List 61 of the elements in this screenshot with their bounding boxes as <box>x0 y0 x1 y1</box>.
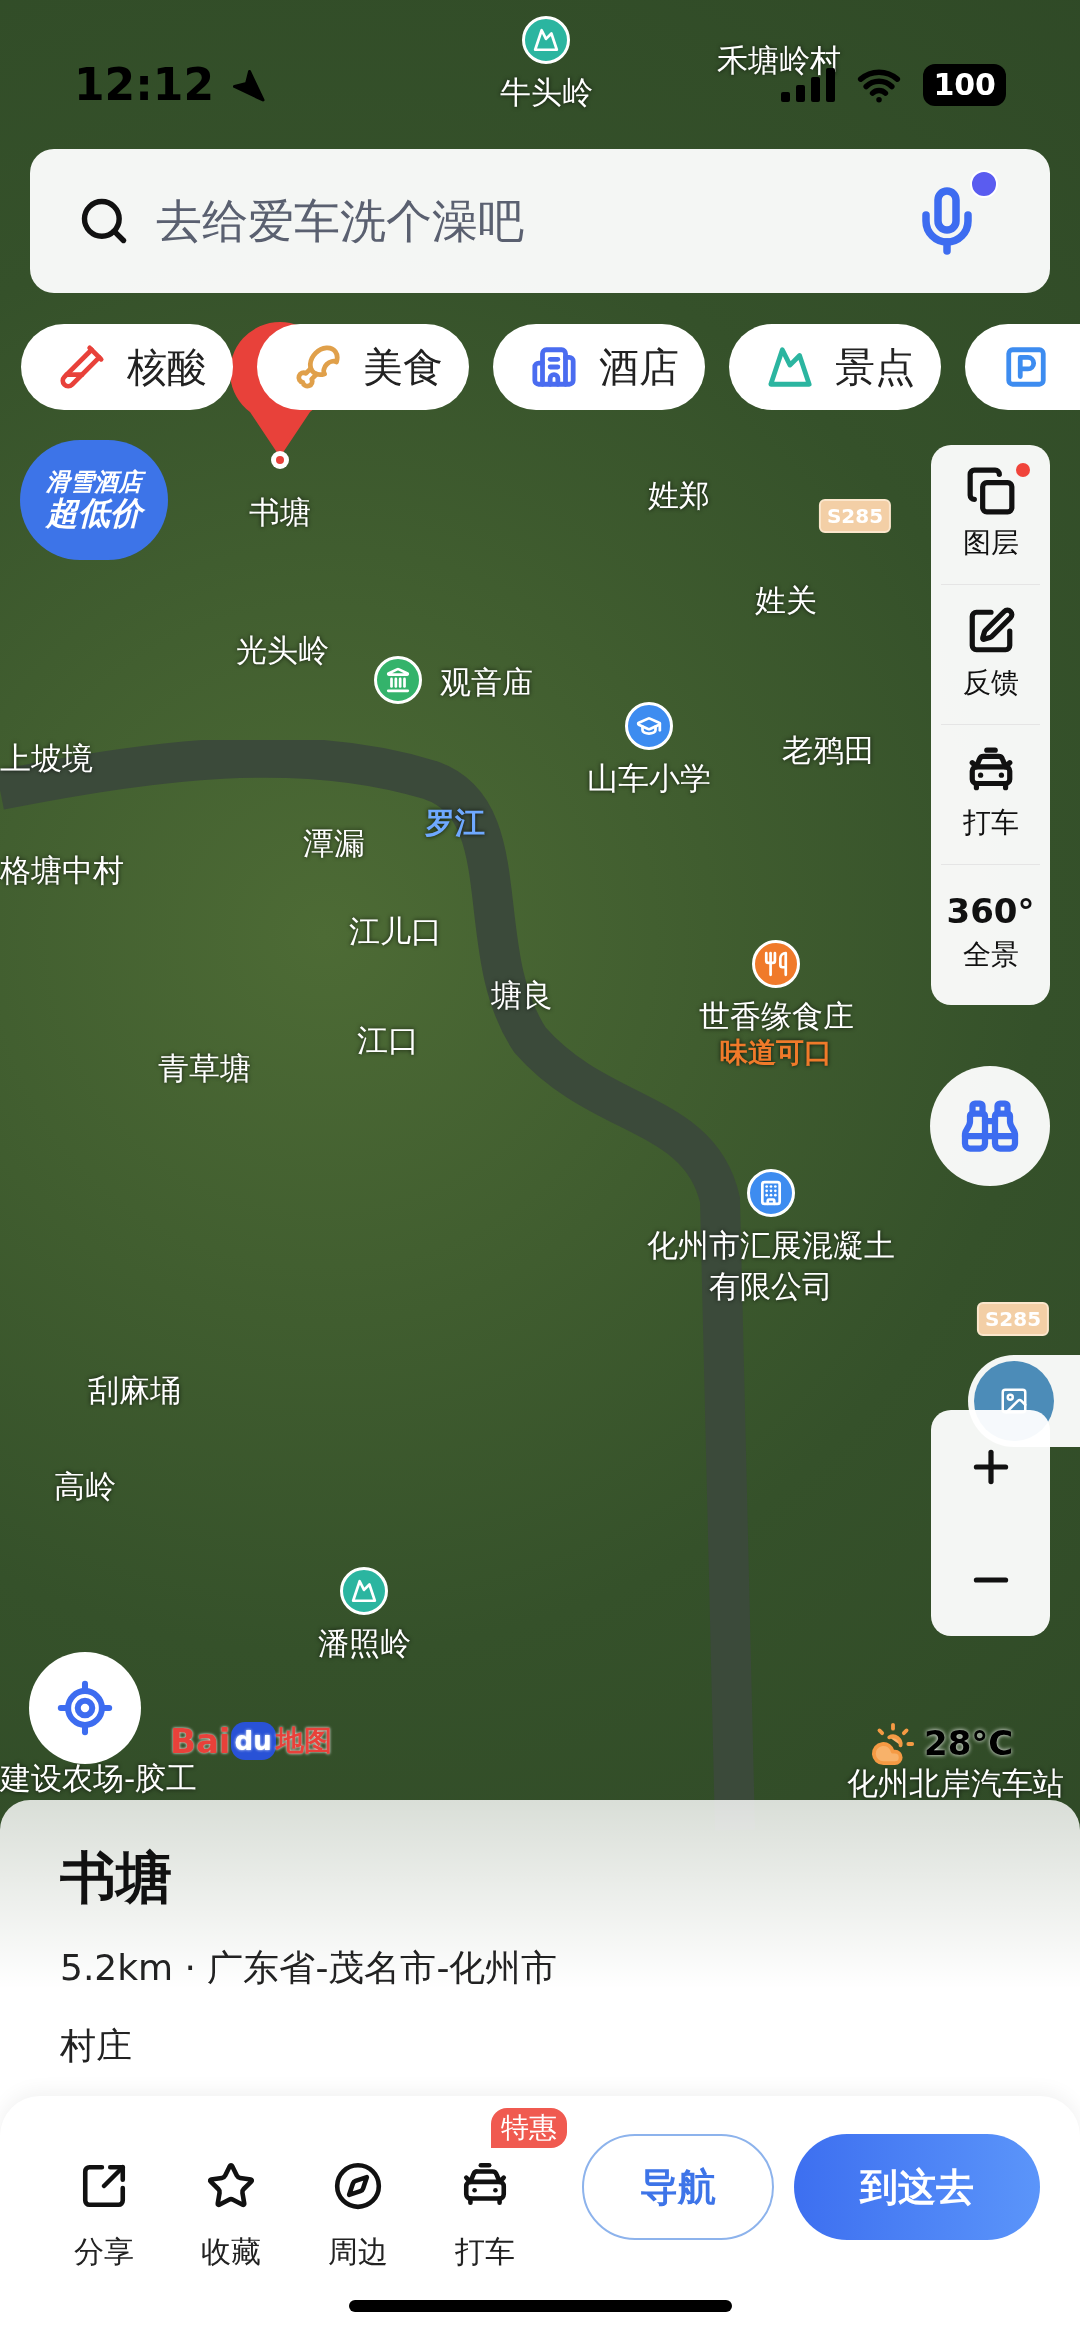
action-button[interactable]: 周边 <box>294 2134 421 2274</box>
map-place-label: 味道可口 <box>720 1035 832 1071</box>
go-here-button[interactable]: 到这去 <box>794 2134 1040 2240</box>
map-place-label: 江儿口 <box>348 911 442 951</box>
mountain-icon <box>767 344 813 390</box>
place-category: 村庄 <box>60 2028 133 2064</box>
action-button[interactable]: 分享 <box>40 2134 167 2274</box>
map-place-label: 山车小学 <box>587 758 711 798</box>
navigate-button[interactable]: 导航 <box>582 2134 775 2240</box>
map-place-label: 青草塘 <box>157 1048 251 1088</box>
search-bar[interactable]: 去给爱车洗个澡吧 <box>30 149 1050 293</box>
road-number-sign: S285 <box>818 499 892 533</box>
layers-icon <box>965 465 1016 516</box>
temperature-text: 28°C <box>924 1722 1014 1765</box>
battery-indicator: 100 <box>923 64 1006 106</box>
map-place-label: 化州北岸汽车站 <box>846 1763 1064 1803</box>
category-chip[interactable]: 美食 <box>257 324 469 410</box>
category-chip[interactable]: 酒店 <box>493 324 705 410</box>
map-place-label: 牛头岭 <box>499 72 593 112</box>
test-tube-icon <box>59 344 105 390</box>
map-place-label: 潭漏 <box>303 823 365 863</box>
map-place-label: 罗江 <box>425 803 485 842</box>
category-chip[interactable]: 核酸 <box>21 324 233 410</box>
map-place-label: 姓关 <box>755 580 817 620</box>
search-placeholder: 去给爱车洗个澡吧 <box>156 192 525 250</box>
deal-badge: 特惠 <box>491 2108 567 2148</box>
map-tool-button[interactable]: 反馈 <box>941 585 1040 725</box>
category-chip[interactable]: 景点 <box>729 324 941 410</box>
map-place-label: 刮麻埇 <box>87 1370 181 1410</box>
drumstick-icon <box>295 344 341 390</box>
map-place-label: 光头岭 <box>235 630 329 670</box>
location-arrow-icon <box>230 67 267 103</box>
locate-icon <box>56 1679 114 1737</box>
map-place-label: 姓郑 <box>648 475 710 515</box>
map-place-label: 上坡境 <box>0 738 93 778</box>
map-tool-button[interactable]: 360° 全景 <box>941 865 1040 1005</box>
map-place-label: 化州市汇展混凝土 <box>647 1225 895 1265</box>
map-place-label: 世香缘食庄 <box>698 996 854 1036</box>
map-place-label: 格塘中村 <box>0 850 124 890</box>
map-place-label: 有限公司 <box>709 1266 833 1306</box>
building-icon <box>531 344 577 390</box>
compass-icon <box>332 2161 383 2211</box>
map-place-label: 潘照岭 <box>317 1623 411 1663</box>
promo-text: 滑雪酒店 <box>42 469 146 496</box>
place-name: 书塘 <box>60 1850 173 1906</box>
map-place-label: 高岭 <box>54 1466 116 1506</box>
map-tool-button[interactable]: 图层 <box>941 445 1040 585</box>
map-place-label: 观音庙 <box>439 662 533 702</box>
map-place-label: 老鸦田 <box>781 730 875 770</box>
place-details: 5.2km · 广东省-茂名市-化州市 <box>60 1950 559 1986</box>
parking-icon <box>1003 344 1049 390</box>
action-button[interactable]: 收藏 <box>167 2134 294 2274</box>
cloud-sun-icon <box>870 1720 916 1767</box>
map-place-label: 书塘 <box>249 492 311 532</box>
map-place-label: 塘良 <box>491 975 553 1015</box>
panorama-label: 360° <box>946 894 1035 928</box>
map-place-label: 江口 <box>357 1020 419 1060</box>
map-place-label: 建设农场-胶工 <box>0 1758 198 1798</box>
road-number-sign: S285 <box>976 1302 1050 1336</box>
status-time: 12:12 <box>74 58 215 112</box>
map-tool-button[interactable]: 打车 <box>941 725 1040 865</box>
